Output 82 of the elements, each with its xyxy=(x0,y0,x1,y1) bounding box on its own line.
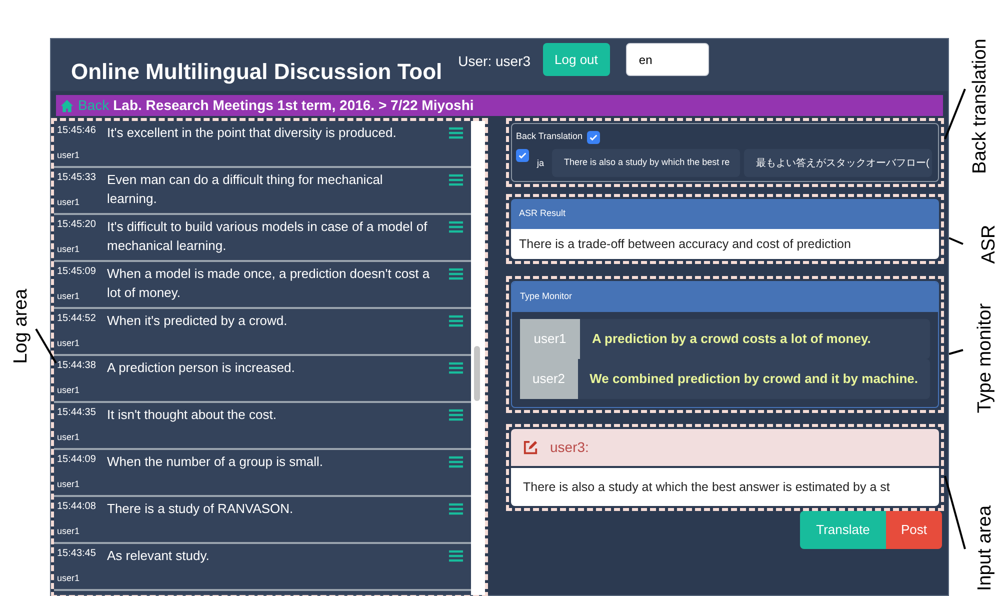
log-user: user1 xyxy=(57,384,81,396)
log-time: 15:44:52 xyxy=(57,312,97,326)
message-field[interactable]: There is also a study at which the best answer is estimated by a st xyxy=(511,468,939,506)
log-message: When the number of a group is small. xyxy=(107,453,324,471)
menu-icon[interactable] xyxy=(449,268,463,280)
log-entry[interactable]: 15:45:20 user1 It's difficult to build various models in case of a model of mechanical learning. xyxy=(54,215,471,262)
user-label: User: user3 xyxy=(458,52,531,71)
typing-text: We combined prediction by crowd and it by machine. xyxy=(588,370,919,388)
post-button[interactable]: Post xyxy=(886,511,942,549)
menu-icon[interactable] xyxy=(449,409,463,421)
annotation-label: Log area xyxy=(9,288,32,364)
log-time: 15:45:46 xyxy=(57,124,97,138)
typing-text: A prediction by a crowd costs a lot of money. xyxy=(591,330,872,348)
leader-line xyxy=(948,348,964,356)
log-message: It's excellent in the point that diversity is produced. xyxy=(107,124,398,142)
log-entry[interactable]: 15:44:52 user1 When it's predicted by a crowd. xyxy=(54,309,471,356)
log-message: Even man can do a difficult thing for mechanical learning. xyxy=(107,171,384,208)
source-text: There is also a study by which the best re xyxy=(552,149,740,177)
log-time: 15:45:33 xyxy=(57,171,97,185)
menu-icon[interactable] xyxy=(449,127,463,139)
breadcrumb-path: Lab. Research Meetings 1st term, 2016. > 7/22 Miyoshi xyxy=(113,96,474,115)
menu-icon[interactable] xyxy=(449,550,463,562)
panel-title: Back Translation xyxy=(516,130,583,144)
checkbox[interactable] xyxy=(516,149,529,162)
log-entry[interactable]: 15:45:09 user1 When a model is made once, a prediction doesn't cost a lot of money. xyxy=(54,262,471,309)
log-user: user1 xyxy=(57,336,81,350)
asr-text: There is a trade-off between accuracy and cost of prediction xyxy=(519,236,851,253)
log-user: user1 xyxy=(57,524,81,538)
input-user: user3: xyxy=(550,438,589,457)
log-user: user1 xyxy=(57,572,81,584)
leader-line xyxy=(944,88,966,140)
log-time: 15:44:09 xyxy=(57,453,97,467)
log-user: user1 xyxy=(57,290,81,302)
app-title: Online Multilingual Discussion Tool xyxy=(71,58,442,86)
log-message: It isn't thought about the cost. xyxy=(107,406,278,424)
typing-user: user2 xyxy=(520,359,578,399)
menu-icon[interactable] xyxy=(449,503,463,515)
log-entry[interactable]: 15:44:35 user1 It isn't thought about the cost. xyxy=(54,403,471,450)
log-user: user1 xyxy=(57,430,81,444)
log-message: A prediction person is increased. xyxy=(107,359,296,377)
scrollbar[interactable] xyxy=(471,121,485,595)
annotation-label: Type monitor xyxy=(974,303,997,414)
log-message: When it's predicted by a crowd. xyxy=(107,312,288,330)
menu-icon[interactable] xyxy=(449,174,463,186)
log-user: user1 xyxy=(57,478,81,490)
home-icon xyxy=(60,98,74,112)
annotation-label: Input area xyxy=(974,505,997,592)
log-entry[interactable]: 15:45:46 user1 It's excellent in the point that diversity is produced. xyxy=(54,121,471,168)
log-entry[interactable]: 15:44:38 user1 A prediction person is increased. xyxy=(54,356,471,403)
log-time: 15:43:45 xyxy=(57,547,97,561)
log-time: 15:44:08 xyxy=(57,500,97,514)
log-time: 15:44:35 xyxy=(57,406,97,420)
translation-text: 最もよい答えがスタックオーバフロー( xyxy=(744,149,932,177)
log-message: When a model is made once, a prediction doesn't cost a lot of money. xyxy=(107,265,431,302)
menu-icon[interactable] xyxy=(449,221,463,233)
log-message: There is a study of RANVASON. xyxy=(107,500,294,518)
annotation-label: Back translation xyxy=(968,38,992,174)
typing-user: user1 xyxy=(520,319,580,359)
panel-title: Type Monitor xyxy=(520,290,572,304)
log-time: 15:45:20 xyxy=(57,218,97,232)
log-time: 15:45:09 xyxy=(57,265,97,279)
edit-icon xyxy=(523,440,538,455)
annotation-label: ASR xyxy=(977,224,997,264)
language-field[interactable]: en xyxy=(626,43,709,76)
log-entry[interactable]: 15:44:08 user1 There is a study of RANVASON. xyxy=(54,497,471,544)
menu-icon[interactable] xyxy=(449,315,463,327)
log-user: user1 xyxy=(57,196,81,208)
language-code: ja xyxy=(537,157,544,170)
panel-title: ASR Result xyxy=(519,207,566,220)
checkbox[interactable] xyxy=(586,130,600,144)
log-time: 15:44:38 xyxy=(57,359,97,373)
leader-line xyxy=(948,236,964,246)
menu-icon[interactable] xyxy=(449,362,463,374)
log-message: It's difficult to build various models in case of a model of mechanical learning. xyxy=(107,218,428,255)
leader-line xyxy=(35,328,57,364)
log-entry[interactable]: 15:43:45 user1 As relevant study. xyxy=(54,544,471,591)
log-entry[interactable]: 15:45:33 user1 Even man can do a difficult thing for mechanical learning. xyxy=(54,168,471,215)
menu-icon[interactable] xyxy=(449,456,463,468)
log-entry[interactable]: 15:44:09 user1 When the number of a group is small. xyxy=(54,450,471,497)
log-user: user1 xyxy=(57,242,81,256)
log-user: user1 xyxy=(57,148,81,162)
log-message: As relevant study. xyxy=(107,547,210,565)
